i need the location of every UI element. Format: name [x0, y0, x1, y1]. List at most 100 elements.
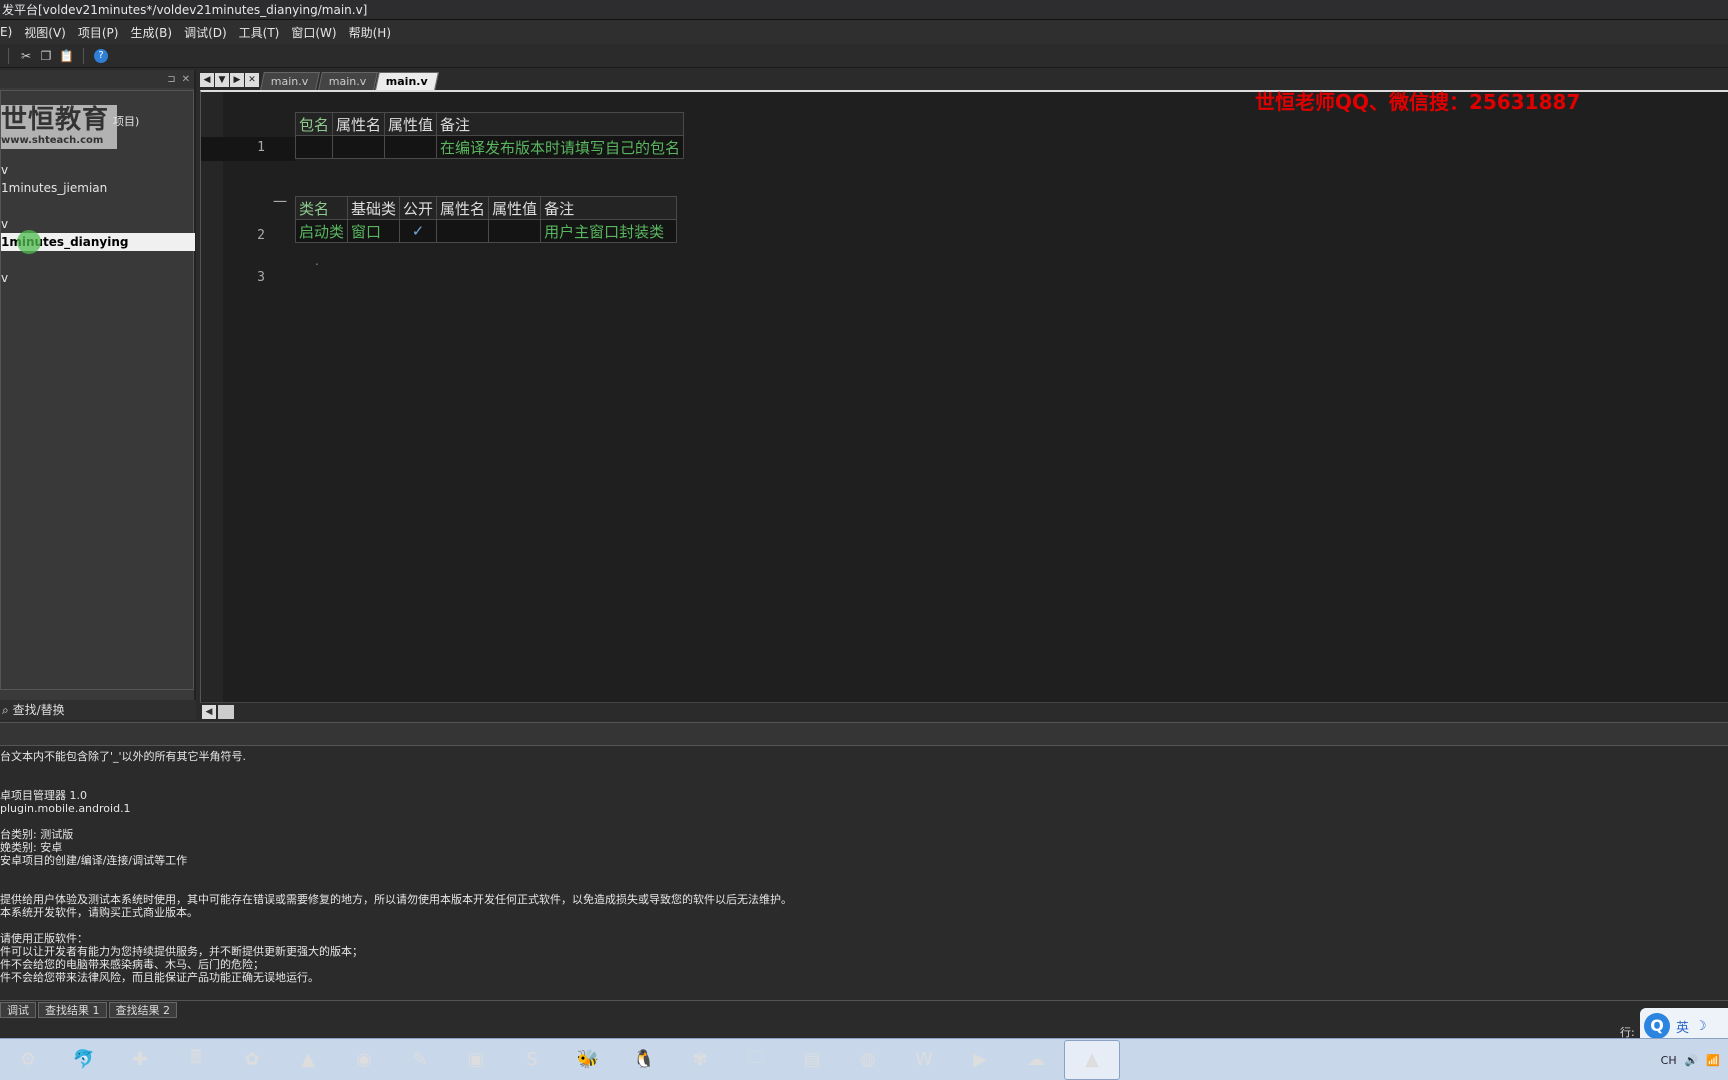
ime-language[interactable]: 英 [1676, 1017, 1689, 1036]
taskbar-app-icon[interactable]: 🗀 [728, 1040, 784, 1080]
output-line: 安卓项目的创建/编译/连接/调试等工作 [0, 854, 188, 867]
menu-tools[interactable]: 工具(T) [239, 24, 280, 41]
logo-text: 世恒教育 [1, 105, 110, 135]
table-header-row: 包名 属性名 属性值 备注 [294, 112, 685, 136]
output-panel: 台文本内不能包含除了'_'以外的所有其它半角符号. 卓项目管理器 1.0 plu… [0, 746, 1728, 1000]
system-tray: CH 🔊 📶 [1653, 1039, 1728, 1080]
line-number: 3 [257, 270, 265, 285]
table-cell-comment[interactable]: 用户主窗口封装类 [540, 219, 678, 243]
logo-url: www.shteach.com [1, 135, 104, 146]
taskbar-app-icon[interactable]: ▶ [952, 1040, 1008, 1080]
input-language[interactable]: CH [1661, 1054, 1677, 1067]
menu-window[interactable]: 窗口(W) [291, 24, 336, 41]
menu-debug[interactable]: 调试(D) [184, 24, 227, 41]
table-header-row: 类名 基础类 公开 属性名 属性值 备注 [294, 196, 678, 220]
taskbar-app-icon[interactable]: ▣ [448, 1040, 504, 1080]
menu-bar: E) 视图(V) 项目(P) 生成(B) 调试(D) 工具(T) 窗口(W) 帮… [0, 20, 1728, 44]
tab-prev-icon[interactable]: ◀ [200, 73, 214, 87]
output-line: 台文本内不能包含除了'_'以外的所有其它半角符号. [0, 750, 247, 763]
menu-view[interactable]: 视图(V) [24, 24, 66, 41]
table-cell[interactable] [384, 135, 438, 159]
table-row[interactable]: 在编译发布版本时请填写自己的包名 [294, 135, 685, 159]
cut-icon[interactable]: ✂ [19, 49, 33, 63]
tab-label: main.v [328, 75, 366, 88]
search-icon: ⌕ [2, 703, 9, 717]
tab-next-icon[interactable]: ▶ [230, 73, 244, 87]
ime-logo-icon[interactable]: Q [1644, 1013, 1670, 1039]
tab-main-3[interactable]: main.v [375, 72, 439, 90]
tab-find-results-2[interactable]: 查找结果 2 [108, 1001, 177, 1018]
table-cell-baseclass[interactable]: 窗口 [347, 219, 401, 243]
help-icon[interactable]: ? [94, 48, 108, 63]
table-header-cell: 属性名 [436, 196, 490, 220]
table-cell-classname[interactable]: 启动类 [294, 219, 349, 243]
taskbar-app-icon[interactable]: 🐬 [56, 1040, 112, 1080]
taskbar-app-icon[interactable]: 🖩 [168, 1040, 224, 1080]
taskbar-app-icon[interactable]: ▤ [784, 1040, 840, 1080]
table-row[interactable]: 启动类 窗口 ✓ 用户主窗口封装类 [294, 219, 678, 243]
taskbar-app-icon[interactable]: ✾ [672, 1040, 728, 1080]
taskbar-app-icon[interactable]: W [896, 1040, 952, 1080]
logo: 世恒教育 www.shteach.com [1, 105, 117, 149]
close-icon[interactable]: ✕ [182, 74, 190, 85]
table-header-cell: 公开 [399, 196, 438, 220]
public-check-icon[interactable]: ✓ [399, 219, 438, 243]
find-replace-tab[interactable]: ⌕ 查找/替换 [0, 700, 196, 720]
menu-help[interactable]: 帮助(H) [349, 24, 391, 41]
moon-icon[interactable]: ☽ [1695, 1019, 1707, 1034]
tab-debug[interactable]: 调试 [0, 1001, 36, 1018]
tab-list-icon[interactable]: ▼ [215, 73, 229, 87]
taskbar-app-icon[interactable]: ☁ [1008, 1040, 1064, 1080]
output-line: plugin.mobile.android.1 [0, 802, 131, 815]
paste-icon[interactable]: 📋 [59, 49, 74, 63]
output-line: 台类别: 测试版 [0, 828, 74, 841]
table-cell-comment[interactable]: 在编译发布版本时请填写自己的包名 [436, 135, 685, 159]
copy-icon[interactable]: ❐ [39, 49, 53, 63]
table-header-cell: 备注 [436, 112, 685, 136]
mouse-cursor-highlight [17, 230, 41, 254]
taskbar-app-icon[interactable]: S [504, 1040, 560, 1080]
menu-project[interactable]: 项目(P) [78, 24, 119, 41]
pin-icon[interactable]: ⊐ [167, 74, 175, 85]
collapse-icon[interactable]: 一 [273, 192, 287, 212]
taskbar-app-icon[interactable]: ◍ [840, 1040, 896, 1080]
table-cell[interactable] [488, 219, 542, 243]
output-line: 件不会给您带来法律风险，而且能保证产品功能正确无误地运行。 [0, 971, 319, 984]
table-cell[interactable] [332, 135, 386, 159]
taskbar-app-icon[interactable]: ◉ [336, 1040, 392, 1080]
panel-splitter[interactable] [0, 722, 1728, 746]
speaker-icon[interactable]: 🔊 [1685, 1054, 1699, 1067]
tab-close-icon[interactable]: ✕ [245, 73, 259, 87]
taskbar-app-icon[interactable]: 🐧 [616, 1040, 672, 1080]
table-header-cell: 属性值 [488, 196, 542, 220]
tree-item[interactable]: v [1, 161, 195, 179]
tab-find-results-1[interactable]: 查找结果 1 [38, 1001, 107, 1018]
network-icon[interactable]: 📶 [1706, 1054, 1720, 1067]
package-table[interactable]: 包名 属性名 属性值 备注 在编译发布版本时请填写自己的包名 [294, 112, 685, 159]
menu-build[interactable]: 生成(B) [130, 24, 172, 41]
taskbar-app-icon[interactable]: ✿ [224, 1040, 280, 1080]
class-table[interactable]: 类名 基础类 公开 属性名 属性值 备注 启动类 窗口 ✓ 用户主窗口封装类 [294, 196, 678, 243]
table-cell[interactable] [294, 135, 334, 159]
horizontal-scrollbar[interactable]: ◀ [200, 702, 1728, 720]
tree-item-jiemian[interactable]: 1minutes_jiemian [1, 179, 195, 197]
toolbar-separator [83, 47, 84, 64]
taskbar-app-icon[interactable]: ✚ [112, 1040, 168, 1080]
toolbar-separator [8, 47, 9, 64]
tab-main-2[interactable]: main.v [317, 72, 377, 90]
table-cell[interactable] [436, 219, 490, 243]
scroll-left-icon[interactable]: ◀ [202, 705, 216, 719]
taskbar-app-icon[interactable]: ✎ [392, 1040, 448, 1080]
scroll-thumb[interactable] [218, 705, 234, 719]
taskbar-app-icon[interactable]: ⚙ [0, 1040, 56, 1080]
taskbar-app-icon[interactable]: 🐝 [560, 1040, 616, 1080]
tab-main-1[interactable]: main.v [260, 72, 320, 90]
tree-item[interactable]: v [1, 269, 195, 287]
taskbar-app-icon-active[interactable]: ▲ [1064, 1039, 1120, 1080]
menu-edit[interactable]: E) [0, 25, 12, 39]
app-window: { "window": { "title": "发平台[voldev21minu… [0, 0, 1728, 1080]
output-line: 件可以让开发者有能力为您持续提供服务，并不断提供更新更强大的版本； [0, 945, 363, 958]
taskbar: ⚙ 🐬 ✚ 🖩 ✿ ▲ ◉ ✎ ▣ S 🐝 🐧 ✾ 🗀 ▤ ◍ W ▶ ☁ ▲ … [0, 1038, 1728, 1080]
taskbar-app-icon[interactable]: ▲ [280, 1040, 336, 1080]
code-editor[interactable]: 1 一 2 3 包名 属性名 属性值 备注 在编译发布版本时请填写自己的包名 类… [200, 90, 1728, 704]
